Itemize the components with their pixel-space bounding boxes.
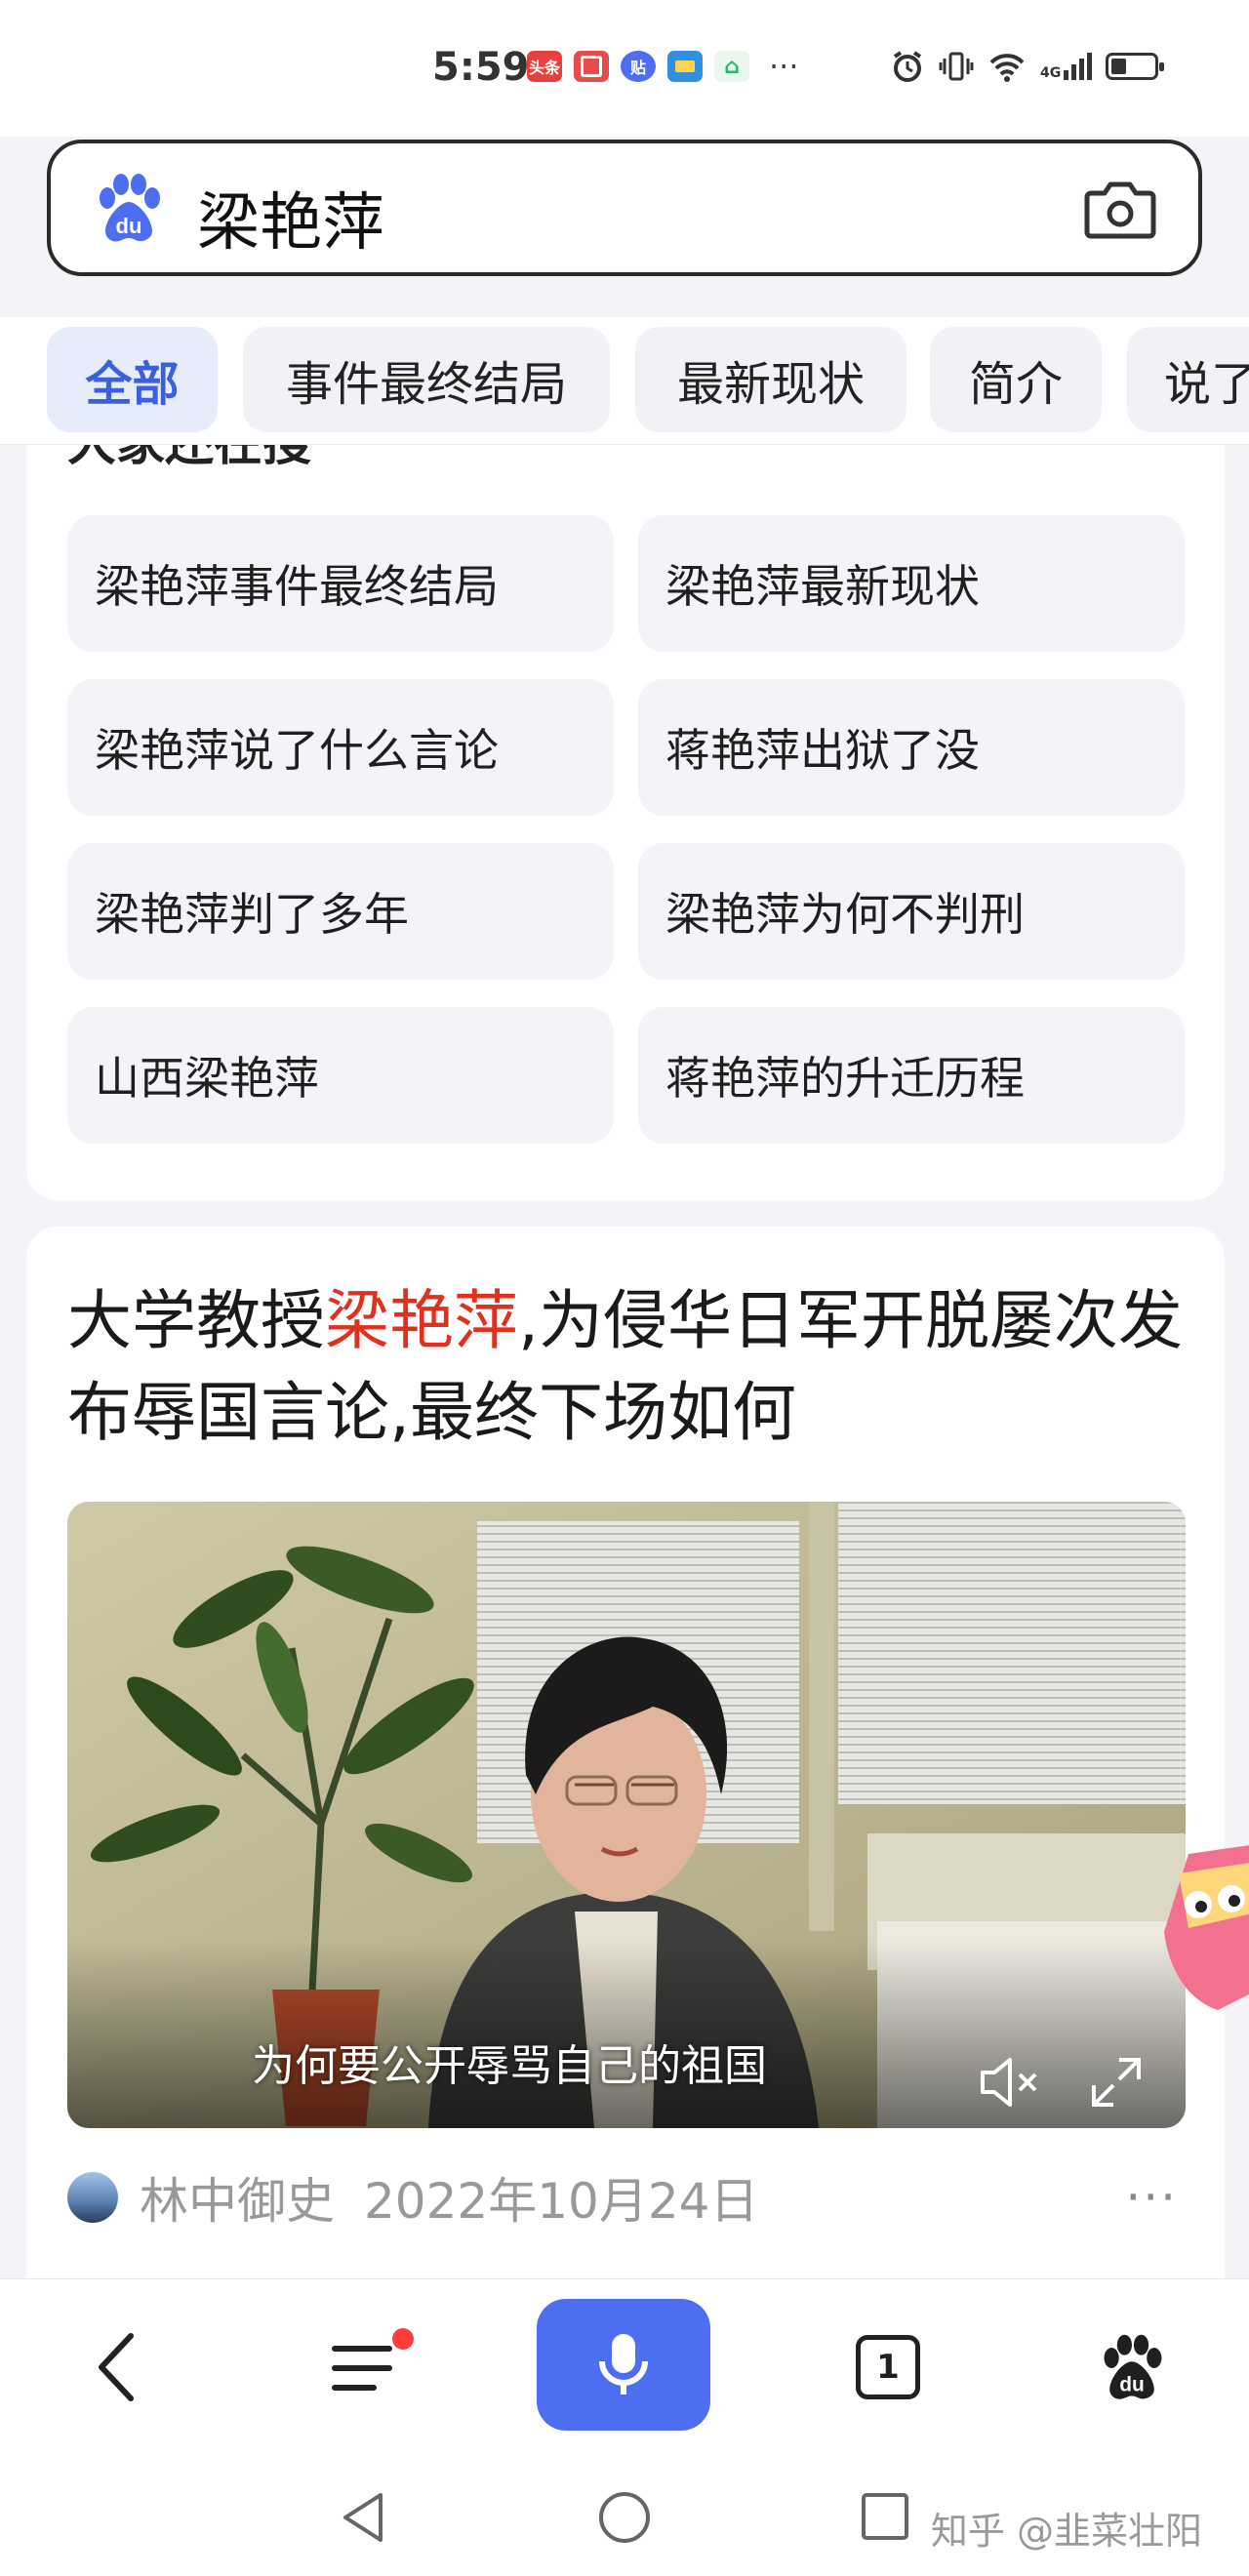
floating-mascot[interactable]	[1149, 1834, 1249, 2020]
svg-text:du: du	[1119, 2374, 1145, 2396]
signal-icon: 4G	[1040, 53, 1093, 80]
related-search-item[interactable]: 梁艳萍判了多年	[67, 843, 614, 980]
microphone-icon	[599, 2333, 648, 2395]
toutiao-icon: 头条	[527, 51, 562, 82]
article-title[interactable]: 大学教授梁艳萍,为侵华日军开脱屡次发布辱国言论,最终下场如何	[67, 1275, 1199, 1459]
circle-home-icon	[599, 2492, 650, 2543]
bottom-toolbar: 1 du	[0, 2278, 1249, 2455]
speaker-muted-icon	[981, 2058, 1037, 2107]
triangle-back-icon	[343, 2493, 383, 2542]
tab-remarks[interactable]: 说了	[1127, 327, 1249, 432]
baidu-logo-icon: du	[100, 174, 160, 242]
status-time: 5:59	[432, 45, 530, 90]
related-searches-title: 大家还在搜	[67, 445, 311, 474]
system-home-button[interactable]	[590, 2483, 659, 2552]
tab-event-ending[interactable]: 事件最终结局	[243, 327, 610, 432]
tab-intro[interactable]: 简介	[930, 327, 1102, 432]
author-name[interactable]: 林中御史	[140, 2162, 335, 2233]
related-search-item[interactable]: 梁艳萍为何不判刑	[638, 843, 1185, 980]
search-tabs: 全部 事件最终结局 最新现状 简介 说了	[0, 317, 1249, 445]
tab-latest-status[interactable]: 最新现状	[635, 327, 907, 432]
tab-all[interactable]: 全部	[47, 327, 218, 432]
related-search-item[interactable]: 梁艳萍说了什么言论	[67, 679, 614, 816]
tabs-button[interactable]: 1	[839, 2279, 937, 2455]
system-navigation-bar: 知乎 @韭菜壮阳	[0, 2454, 1249, 2576]
status-bar: 5:59 头条 贴 ⌂ ··· 4G	[0, 0, 1249, 137]
related-search-item[interactable]: 蒋艳萍出狱了没	[638, 679, 1185, 816]
video-player[interactable]: 为何要公开辱骂自己的祖国	[67, 1502, 1186, 2128]
search-box[interactable]: du 梁艳萍	[47, 140, 1202, 276]
watermark: 知乎 @韭菜壮阳	[930, 2510, 1202, 2553]
more-options-button[interactable]: ···	[1125, 2169, 1178, 2226]
search-query[interactable]: 梁艳萍	[197, 173, 384, 262]
system-recents-button[interactable]	[852, 2483, 920, 2552]
related-search-item[interactable]: 山西梁艳萍	[67, 1007, 614, 1144]
system-back-button[interactable]	[330, 2483, 398, 2552]
related-searches-card: 大家还在搜 梁艳萍事件最终结局 梁艳萍最新现状 梁艳萍说了什么言论 蒋艳萍出狱了…	[26, 445, 1225, 1200]
back-button[interactable]	[68, 2279, 166, 2455]
mascot-icon	[1164, 1845, 1249, 2010]
camera-icon	[1084, 181, 1156, 239]
wifi-icon	[989, 54, 1025, 82]
alarm-icon	[893, 51, 922, 82]
related-search-item[interactable]: 梁艳萍最新现状	[638, 515, 1185, 652]
fullscreen-button[interactable]	[1082, 2048, 1150, 2116]
status-app-icons: 头条 贴 ⌂ ···	[527, 51, 799, 82]
author-avatar[interactable]	[67, 2172, 118, 2223]
tab-count: 1	[856, 2335, 920, 2399]
notification-dot	[392, 2328, 414, 2350]
status-indicators: 4G	[890, 49, 1165, 84]
voice-search-button[interactable]	[537, 2299, 710, 2431]
red-book-icon	[574, 51, 609, 82]
title-highlight: 梁艳萍	[325, 1283, 518, 1358]
svg-text:du: du	[116, 214, 142, 238]
mute-button[interactable]	[975, 2048, 1043, 2116]
square-recents-icon	[862, 2493, 908, 2540]
battery-icon	[1106, 53, 1165, 80]
camera-search-button[interactable]	[1081, 171, 1159, 249]
menu-button[interactable]	[312, 2279, 420, 2455]
related-search-item[interactable]: 梁艳萍事件最终结局	[67, 515, 614, 652]
article-meta: 林中御史 2022年10月24日	[67, 2163, 759, 2232]
more-notifications-icon: ···	[769, 48, 799, 85]
baidu-home-button[interactable]: du	[1083, 2279, 1181, 2455]
baidu-paw-icon: du	[1104, 2334, 1162, 2399]
chevron-left-icon	[99, 2333, 134, 2401]
related-search-item[interactable]: 蒋艳萍的升迁历程	[638, 1007, 1185, 1144]
vibrate-icon	[939, 52, 974, 81]
tieba-icon: 贴	[621, 51, 656, 82]
home-app-icon: ⌂	[714, 51, 749, 82]
expand-icon	[1092, 2058, 1141, 2107]
publish-date: 2022年10月24日	[364, 2173, 759, 2230]
map-icon	[667, 51, 703, 82]
